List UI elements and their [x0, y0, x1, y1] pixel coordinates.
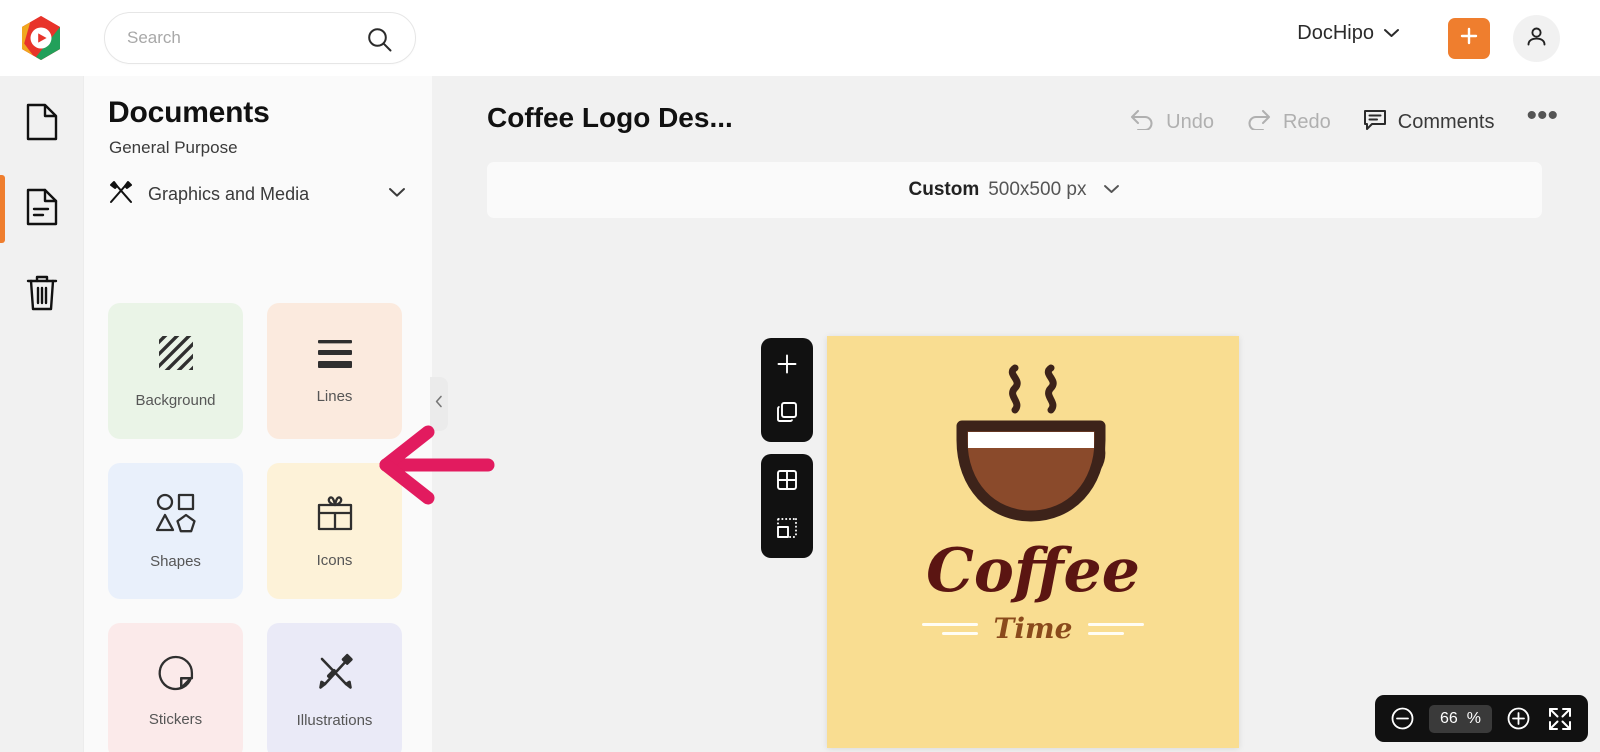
logo-subtitle-row: Time [827, 612, 1239, 645]
selection-icon [775, 516, 799, 545]
redo-button[interactable]: Redo [1230, 104, 1347, 140]
card-lines[interactable]: Lines [267, 303, 402, 439]
user-avatar-button[interactable] [1513, 15, 1560, 62]
undo-arrow-icon [1129, 108, 1155, 136]
card-label: Background [135, 392, 216, 409]
page-tools [761, 338, 813, 558]
zoom-level-display[interactable]: 66 % [1428, 704, 1492, 733]
card-label: Icons [316, 552, 353, 569]
panel-subtitle: General Purpose [109, 138, 238, 157]
hatch-pattern-icon [156, 333, 196, 378]
page-title: Documents [108, 96, 270, 129]
documents-panel: Documents General Purpose Graphics and M… [84, 76, 432, 752]
sidebar-item-blank-page[interactable] [0, 82, 84, 167]
sidebar-item-documents[interactable] [0, 167, 84, 252]
grid-icon [775, 468, 799, 497]
pen-brush-icon [315, 653, 355, 698]
collapse-panel-handle[interactable] [430, 377, 448, 431]
document-lines-icon [24, 187, 60, 232]
chevron-down-icon[interactable] [388, 185, 406, 203]
zoom-in-button[interactable] [1506, 706, 1531, 731]
card-stickers[interactable]: Stickers [108, 623, 243, 752]
more-options-button[interactable]: ••• [1510, 101, 1570, 135]
editor-toolbar: Undo Redo Comments ••• [1113, 101, 1570, 140]
undo-label: Undo [1166, 110, 1214, 133]
dochipo-hexagon-logo-icon[interactable] [18, 14, 64, 62]
page-icon [24, 102, 60, 147]
account-name: DocHipo [1297, 22, 1374, 44]
category-selector[interactable]: Graphics and Media [108, 178, 406, 210]
logo-subtitle-text: Time [993, 612, 1073, 645]
card-label: Stickers [148, 711, 203, 728]
card-illustrations[interactable]: Illustrations [267, 623, 402, 752]
lines-icon [315, 337, 355, 374]
category-label: Graphics and Media [148, 183, 310, 204]
grid-view-button[interactable] [769, 464, 805, 500]
search-input[interactable] [127, 28, 357, 48]
search-box[interactable] [104, 12, 416, 64]
card-shapes[interactable]: Shapes [108, 463, 243, 599]
card-label: Shapes [150, 553, 201, 570]
create-new-button[interactable] [1448, 18, 1490, 59]
canvas-area: Coffee Time 66 % [432, 226, 1600, 752]
add-page-button[interactable] [769, 348, 805, 384]
card-label: Illustrations [296, 712, 373, 729]
card-background[interactable]: Background [108, 303, 243, 439]
zoom-unit: % [1466, 709, 1481, 727]
shapes-icon [154, 492, 198, 539]
comments-button[interactable]: Comments [1347, 104, 1511, 140]
user-avatar-icon [1524, 24, 1549, 54]
comments-label: Comments [1397, 110, 1495, 133]
design-canvas[interactable]: Coffee Time [827, 336, 1239, 748]
sidebar-item-trash[interactable] [0, 252, 84, 337]
account-menu[interactable]: DocHipo [1297, 22, 1400, 45]
top-bar: DocHipo [0, 0, 1600, 76]
plus-icon [775, 352, 799, 381]
undo-button[interactable]: Undo [1113, 104, 1230, 140]
left-dashes [921, 622, 978, 635]
card-label: Lines [316, 388, 353, 405]
duplicate-page-button[interactable] [769, 396, 805, 432]
chevron-down-icon[interactable] [1103, 181, 1120, 199]
zoom-out-button[interactable] [1390, 706, 1415, 731]
size-preset-label: Custom [908, 179, 980, 200]
page-tool-group-add [761, 338, 813, 442]
gift-box-icon [314, 493, 356, 538]
document-title[interactable]: Coffee Logo Des... [487, 102, 733, 134]
chevron-left-icon [435, 395, 443, 413]
coffee-cup-with-steam-icon [918, 360, 1148, 545]
category-card-grid: Background Lines Shapes Icons Stickers I… [84, 303, 432, 752]
crossed-tools-icon [108, 179, 134, 210]
redo-label: Redo [1282, 110, 1331, 133]
comment-bubble-icon [1363, 108, 1387, 137]
trash-icon [23, 271, 61, 318]
app-root: DocHipo [0, 0, 1600, 752]
left-rail [0, 76, 84, 752]
editor-area: Coffee Logo Des... Undo Redo Comments ••… [432, 76, 1600, 752]
right-dashes [1088, 622, 1145, 635]
search-icon[interactable] [366, 26, 393, 58]
zoom-control: 66 % [1374, 695, 1588, 742]
page-tool-group-view [761, 454, 813, 558]
canvas-size-selector[interactable]: Custom 500x500 px [487, 162, 1542, 218]
card-icons[interactable]: Icons [267, 463, 402, 599]
size-dimensions-label: 500x500 px [988, 179, 1087, 200]
sticker-icon [157, 654, 195, 697]
logo-title-text: Coffee [926, 536, 1140, 606]
redo-arrow-icon [1246, 108, 1272, 136]
fullscreen-button[interactable] [1547, 706, 1573, 732]
chevron-down-icon [1383, 25, 1400, 43]
copy-icon [775, 400, 799, 429]
select-area-button[interactable] [769, 512, 805, 548]
zoom-level-value: 66 [1439, 709, 1458, 727]
plus-icon [1458, 25, 1480, 52]
